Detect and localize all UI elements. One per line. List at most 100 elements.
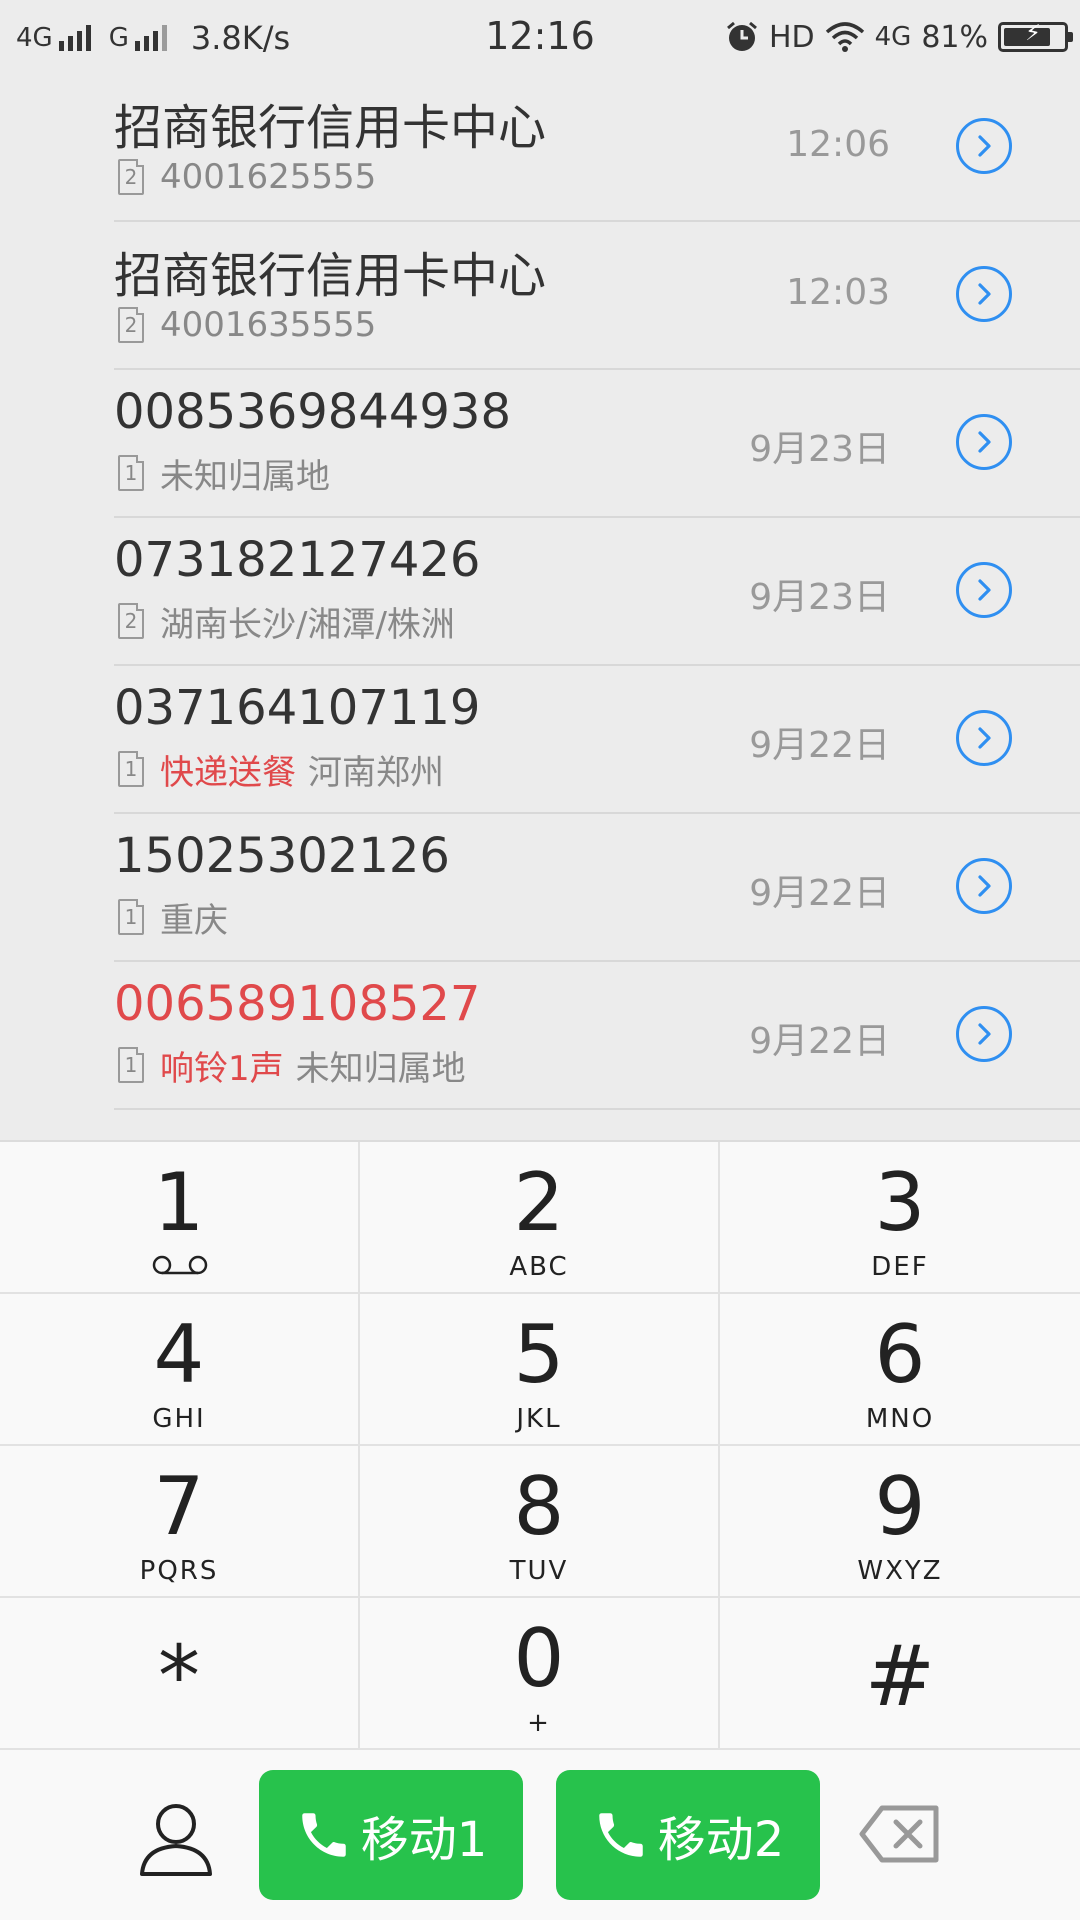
dial-key-2[interactable]: 2 ABC xyxy=(360,1142,720,1294)
sim-card-icon: 2 xyxy=(118,603,144,639)
dial-key-letters: ABC xyxy=(509,1252,569,1282)
call-subtitle: 1 重庆 xyxy=(118,896,228,941)
sim-card-icon: 1 xyxy=(118,751,144,787)
call-time: 12:03 xyxy=(786,272,890,313)
call-log-item[interactable]: 0085369844938 1 未知归属地 9月23日 xyxy=(0,370,1080,518)
dial-key-hash[interactable]: # xyxy=(720,1598,1080,1750)
sim-card-icon: 1 xyxy=(118,455,144,491)
call-log-item[interactable]: 招商银行信用卡中心 2 4001625555 12:06 xyxy=(0,74,1080,222)
battery-percent: 81% xyxy=(921,19,988,55)
dial-key-digit: 3 xyxy=(874,1156,926,1249)
dial-key-1[interactable]: 1 xyxy=(0,1142,360,1294)
sim-card-icon: 1 xyxy=(118,899,144,935)
caller-name: 073182127426 xyxy=(114,532,481,588)
call-tag: 响铃1声 xyxy=(160,1048,284,1089)
call-subtitle: 2 4001635555 xyxy=(118,304,376,346)
call-time: 9月22日 xyxy=(749,1021,890,1062)
call-subtitle: 2 湖南长沙/湘潭/株洲 xyxy=(118,600,455,645)
dial-key-digit: # xyxy=(864,1627,936,1725)
contacts-icon[interactable] xyxy=(134,1796,218,1880)
caller-name: 招商银行信用卡中心 xyxy=(114,248,547,304)
call-log-list: 招商银行信用卡中心 2 4001625555 12:06 招商银行信用卡中心 2 40016… xyxy=(0,74,1080,1110)
sim-card-icon: 2 xyxy=(118,159,144,195)
call-details-icon[interactable] xyxy=(956,710,1012,766)
call-log-item[interactable]: 招商银行信用卡中心 2 4001635555 12:03 xyxy=(0,222,1080,370)
voicemail-icon xyxy=(152,1255,208,1275)
dial-key-6[interactable]: 6 MNO xyxy=(720,1294,1080,1446)
call-details-icon[interactable] xyxy=(956,858,1012,914)
call-sim2-button[interactable]: 移动2 xyxy=(556,1770,820,1900)
dial-key-digit: 7 xyxy=(153,1460,205,1553)
wifi-network-label: 4G xyxy=(874,22,912,52)
dial-key-7[interactable]: 7 PQRS xyxy=(0,1446,360,1598)
call-details-icon[interactable] xyxy=(956,266,1012,322)
caller-name: 15025302126 xyxy=(114,828,450,884)
dial-key-letters: DEF xyxy=(871,1252,929,1282)
dial-key-5[interactable]: 5 JKL xyxy=(360,1294,720,1446)
caller-name: 037164107119 xyxy=(114,680,481,736)
dialpad: 1 2 ABC 3 DEF 4 GHI 5 JKL 6 MNO 7 PQRS 8 TUV 9 WXYZ * 0 + # xyxy=(0,1140,1080,1752)
wifi-icon xyxy=(825,22,864,52)
caller-name: 006589108527 xyxy=(114,976,481,1032)
dial-key-letters: GHI xyxy=(152,1404,206,1434)
hd-label: HD xyxy=(768,19,815,55)
call-time: 9月22日 xyxy=(749,873,890,914)
status-right: HD 4G 81% ⚡ xyxy=(715,14,1073,60)
phone-handset-icon xyxy=(301,1813,346,1857)
dial-key-letters: WXYZ xyxy=(857,1556,943,1586)
call-detail: 湖南长沙/湘潭/株洲 xyxy=(160,604,455,645)
dial-key-digit: 2 xyxy=(513,1156,565,1249)
call-subtitle: 1 响铃1声 未知归属地 xyxy=(118,1044,466,1089)
dial-key-8[interactable]: 8 TUV xyxy=(360,1446,720,1598)
dial-key-0[interactable]: 0 + xyxy=(360,1598,720,1750)
dial-key-9[interactable]: 9 WXYZ xyxy=(720,1446,1080,1598)
call-sim1-label: 移动1 xyxy=(360,1812,488,1868)
call-sim1-button[interactable]: 移动1 xyxy=(259,1770,523,1900)
battery-charging-icon: ⚡ xyxy=(998,21,1073,52)
call-detail: 未知归属地 xyxy=(160,456,330,497)
dial-key-letters: + xyxy=(527,1708,551,1738)
dial-key-4[interactable]: 4 GHI xyxy=(0,1294,360,1446)
call-details-icon[interactable] xyxy=(956,1006,1012,1062)
phone-handset-icon xyxy=(598,1813,643,1857)
dial-key-digit: * xyxy=(158,1627,200,1725)
call-detail: 重庆 xyxy=(160,900,228,941)
call-log-item[interactable]: 073182127426 2 湖南长沙/湘潭/株洲 9月23日 xyxy=(0,518,1080,666)
caller-name: 0085369844938 xyxy=(114,384,512,440)
dial-key-digit: 0 xyxy=(513,1612,565,1705)
dial-key-letters: JKL xyxy=(516,1404,562,1434)
status-bar: 4G G 3.8K/s 12:16 HD 4G 81% ⚡ xyxy=(0,0,1080,74)
call-detail: 4001635555 xyxy=(160,305,377,345)
call-subtitle: 1 未知归属地 xyxy=(118,452,330,497)
call-log-item[interactable]: 006589108527 1 响铃1声 未知归属地 9月22日 xyxy=(0,962,1080,1110)
sim-card-icon: 2 xyxy=(118,307,144,343)
call-details-icon[interactable] xyxy=(956,562,1012,618)
call-detail: 4001625555 xyxy=(160,157,377,197)
call-subtitle: 2 4001625555 xyxy=(118,156,376,198)
dial-key-digit: 6 xyxy=(874,1308,926,1401)
call-subtitle: 1 快递送餐 河南郑州 xyxy=(118,748,444,793)
call-log-item[interactable]: 037164107119 1 快递送餐 河南郑州 9月22日 xyxy=(0,666,1080,814)
backspace-icon[interactable] xyxy=(858,1802,942,1866)
dial-key-letters: TUV xyxy=(509,1556,569,1586)
call-details-icon[interactable] xyxy=(956,118,1012,174)
dial-key-letters: PQRS xyxy=(139,1556,219,1586)
call-details-icon[interactable] xyxy=(956,414,1012,470)
alarm-clock-icon xyxy=(726,21,757,51)
call-time: 9月23日 xyxy=(749,429,890,470)
dial-key-letters: MNO xyxy=(865,1404,935,1434)
dial-key-digit: 1 xyxy=(153,1156,205,1249)
call-tag: 快递送餐 xyxy=(160,752,296,793)
call-detail: 未知归属地 xyxy=(295,1048,466,1089)
dial-key-star[interactable]: * xyxy=(0,1598,360,1750)
dial-key-3[interactable]: 3 DEF xyxy=(720,1142,1080,1294)
caller-name: 招商银行信用卡中心 xyxy=(114,100,547,156)
call-time: 9月22日 xyxy=(749,725,890,766)
dial-key-digit: 5 xyxy=(513,1308,565,1401)
call-time: 9月23日 xyxy=(749,577,890,618)
dial-key-digit: 8 xyxy=(513,1460,565,1553)
call-detail: 河南郑州 xyxy=(308,752,444,793)
call-log-item[interactable]: 15025302126 1 重庆 9月22日 xyxy=(0,814,1080,962)
dial-key-digit: 4 xyxy=(153,1308,205,1401)
call-sim2-label: 移动2 xyxy=(657,1812,785,1868)
